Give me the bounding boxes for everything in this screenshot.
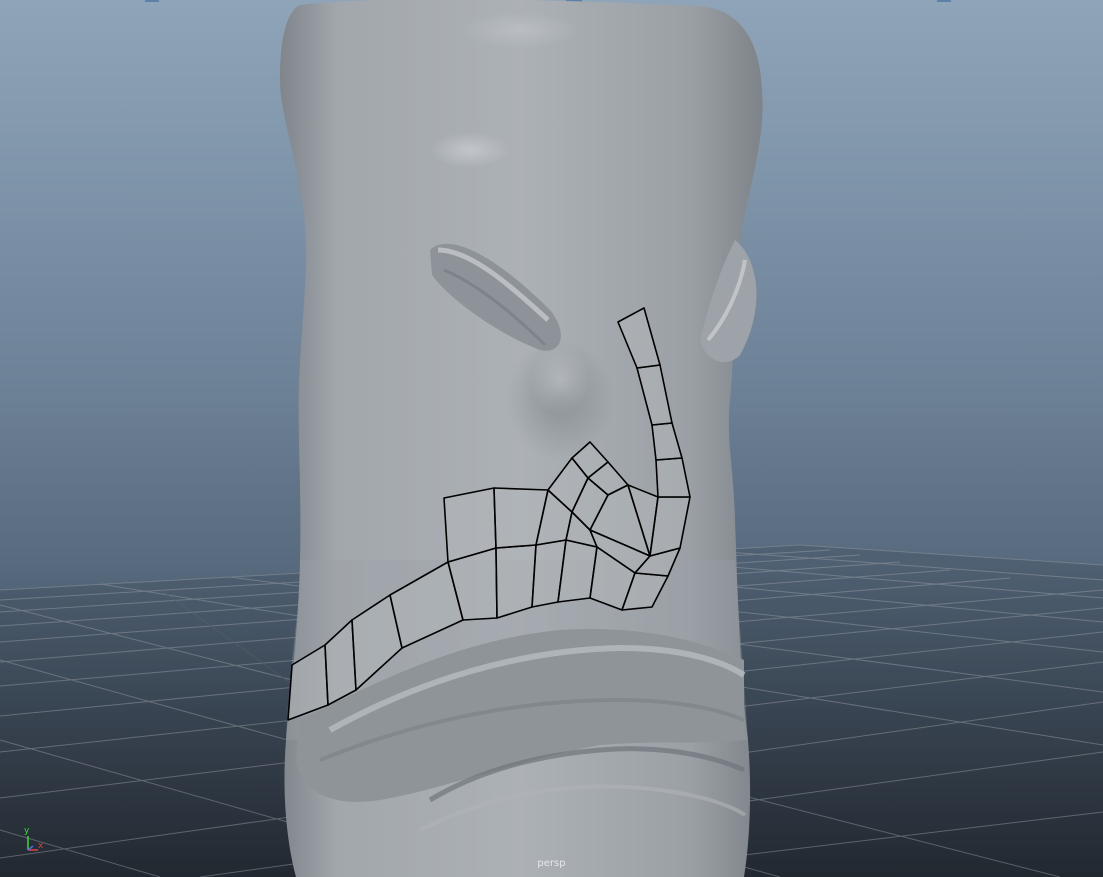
axis-y-label: y: [24, 826, 30, 836]
camera-name-label: persp: [537, 858, 566, 869]
axis-gizmo: y x: [18, 826, 48, 856]
axis-icon: [27, 836, 38, 851]
scene-canvas[interactable]: [0, 0, 1103, 877]
axis-x-label: x: [38, 841, 44, 851]
perspective-viewport[interactable]: y x persp: [0, 0, 1103, 877]
sculpted-mesh[interactable]: [280, 0, 763, 877]
